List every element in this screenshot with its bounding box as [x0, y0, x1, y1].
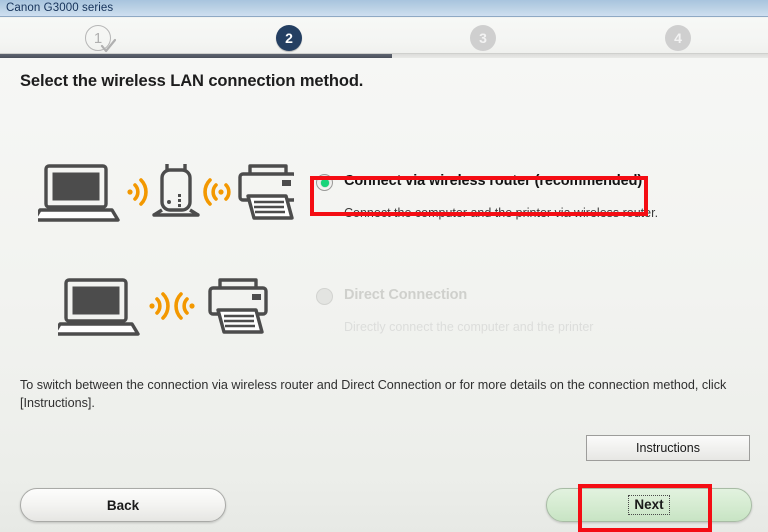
check-icon [100, 38, 116, 53]
next-button[interactable]: Next [546, 488, 752, 522]
option-description-wireless-router: Connect the computer and the printer via… [344, 206, 659, 220]
next-button-label: Next [634, 497, 664, 512]
instructions-note: To switch between the connection via wir… [20, 378, 727, 411]
step-indicator-4: 4 [665, 25, 691, 51]
back-button-label: Back [106, 497, 140, 513]
option-label-direct-connection: Direct Connection [344, 287, 468, 303]
step-indicator-2: 2 [276, 25, 302, 51]
option-description-direct-connection: Directly connect the computer and the pr… [344, 320, 594, 334]
footer-bar: Back Next [0, 476, 768, 532]
window-title-bar: Canon G3000 series [0, 0, 768, 17]
step-indicator-3: 3 [470, 25, 496, 51]
step-indicator-1: 1 [85, 25, 116, 53]
next-button-focus-outline: Next [628, 495, 670, 515]
wifi-waves-icon [127, 178, 148, 206]
option-row-direct-connection: Direct Connection Directly connect the c… [0, 276, 768, 356]
setup-stepper: 1 2 3 4 [0, 18, 768, 58]
step-number-2: 2 [285, 30, 293, 46]
step-number-3: 3 [479, 30, 487, 46]
laptop-icon [52, 278, 140, 336]
radio-direct-connection [316, 288, 333, 305]
page-title: Select the wireless LAN connection metho… [20, 72, 364, 90]
option-row-wireless-router[interactable]: Connect via wireless router (recommended… [0, 162, 768, 252]
back-button[interactable]: Back [20, 488, 226, 522]
main-content: Select the wireless LAN connection metho… [0, 58, 768, 476]
window-title: Canon G3000 series [6, 2, 114, 14]
printer-icon [238, 164, 298, 220]
printer-icon [208, 278, 268, 334]
wifi-waves-icon [174, 292, 195, 320]
illustration-direct-connection [52, 276, 270, 338]
router-icon [152, 164, 200, 217]
radio-selected-dot [320, 178, 329, 187]
laptop-icon [32, 164, 120, 222]
instructions-button-label: Instructions [636, 441, 700, 455]
radio-wireless-router[interactable] [316, 174, 333, 191]
wifi-waves-icon [149, 292, 170, 320]
illustration-wireless-router [32, 162, 298, 224]
step-number-4: 4 [674, 30, 682, 46]
wifi-waves-icon [203, 178, 231, 206]
instructions-button[interactable]: Instructions [586, 435, 750, 461]
option-label-wireless-router: Connect via wireless router (recommended… [344, 173, 643, 189]
